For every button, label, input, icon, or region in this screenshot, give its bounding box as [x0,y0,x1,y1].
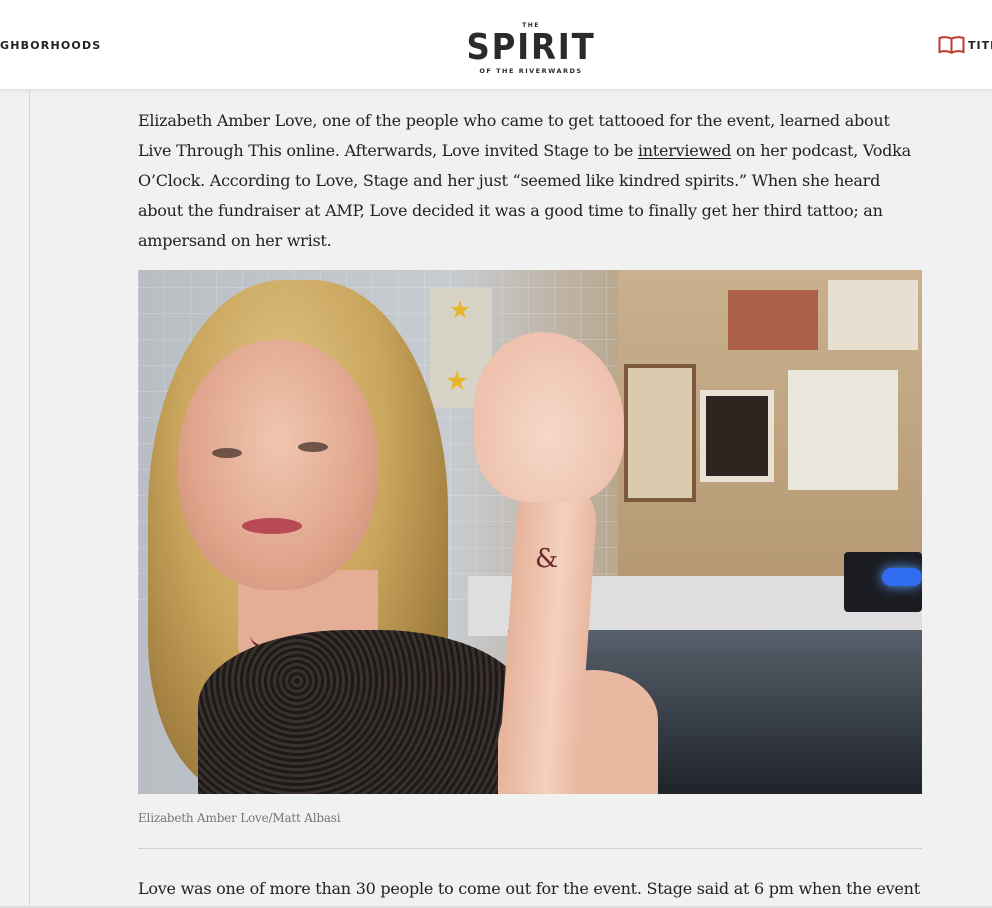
interviewed-link[interactable]: interviewed [638,141,732,160]
photo-frame [728,290,818,350]
logo-wordmark: SPIRIT [466,27,596,68]
photo-frame [828,280,918,350]
caption-divider [138,848,922,849]
nav-link-titles[interactable]: TITL [938,36,992,54]
photo-caption: Elizabeth Amber Love/Matt Albasi [138,811,341,825]
book-icon [938,36,965,54]
logo-tagline: OF THE RIVERWARDS [479,67,583,75]
photo-eye [298,442,328,452]
nav-link-neighborhoods[interactable]: GHBORHOODS [0,39,101,52]
photo-frame [624,364,696,502]
content-left-divider [29,90,30,908]
photo-ampersand-tattoo: & [535,544,559,574]
nav-right-label: TITL [968,38,992,52]
site-header: GHBORHOODS THE SPIRIT OF THE RIVERWARDS … [0,0,992,90]
site-logo[interactable]: THE SPIRIT OF THE RIVERWARDS [452,22,610,84]
photo-lips [242,518,302,534]
article-photo: & [138,270,922,794]
photo-eye [212,448,242,458]
photo-frame [700,390,774,482]
photo-frame [788,370,898,490]
photo-face [178,340,378,590]
article-paragraph: Love was one of more than 30 people to c… [138,879,920,898]
photo-lace-top [198,630,528,794]
photo-device-light [882,568,922,586]
article-paragraph: Elizabeth Amber Love, one of the people … [138,106,922,256]
